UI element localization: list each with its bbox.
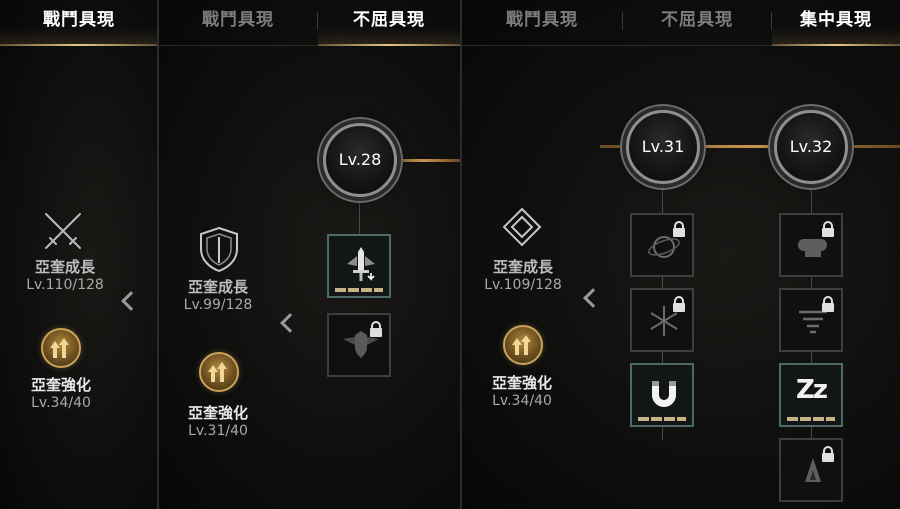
slot-progress-bar <box>787 417 835 421</box>
enhance-badge[interactable] <box>41 328 81 368</box>
shield-icon <box>200 226 238 273</box>
enhance-level: Lv.31/40 <box>188 423 248 439</box>
node-level-label: Lv.28 <box>338 150 382 169</box>
connector-line <box>387 159 460 162</box>
chevron-left-icon[interactable] <box>280 313 300 333</box>
tab-bar: 戰鬥具現 不屈具現 <box>159 0 460 46</box>
growth-stat[interactable]: 亞奎成長 Lv.109/128 <box>474 256 572 293</box>
growth-label: 亞奎成長 <box>492 258 553 276</box>
tab-bar: 戰鬥具現 <box>0 0 158 46</box>
lock-icon <box>673 296 685 312</box>
enhance-stat: 亞奎強化 Lv.34/40 <box>0 374 122 411</box>
up-arrows-icon <box>512 335 531 355</box>
magnet-icon <box>652 381 676 407</box>
tab-indomitable[interactable]: 不屈具現 <box>623 0 771 46</box>
enhance-level: Lv.34/40 <box>492 393 552 409</box>
up-arrows-icon <box>208 362 227 382</box>
growth-stat[interactable]: 亞奎成長 Lv.99/128 <box>171 276 265 313</box>
tab-combat[interactable]: 戰鬥具現 <box>159 0 317 46</box>
slot-progress-bar <box>638 417 686 421</box>
connector-line <box>359 196 360 236</box>
tab-combat[interactable]: 戰鬥具現 <box>462 0 622 46</box>
growth-label: 亞奎成長 <box>187 278 248 296</box>
level-node-1[interactable]: Lv.31 <box>626 110 700 184</box>
growth-level: Lv.109/128 <box>484 277 562 293</box>
tab-indomitable[interactable]: 不屈具現 <box>318 0 460 46</box>
skill-slot-flame-gauntlet[interactable] <box>779 438 843 502</box>
growth-stat[interactable]: 亞奎成長 Lv.110/128 <box>0 256 130 293</box>
tab-focus[interactable]: 集中具現 <box>772 0 900 46</box>
lock-icon <box>673 221 685 237</box>
chevron-left-icon[interactable] <box>121 291 141 311</box>
slot-progress-bar <box>335 288 383 292</box>
enhance-label: 亞奎強化 <box>30 376 91 394</box>
lock-icon <box>822 446 834 462</box>
enhance-badge[interactable] <box>199 352 239 392</box>
enhance-stat: 亞奎強化 Lv.31/40 <box>171 402 265 439</box>
level-node-2[interactable]: Lv.32 <box>774 110 848 184</box>
skill-slot-magnet[interactable] <box>630 363 694 427</box>
skill-slot-sword[interactable] <box>327 234 391 298</box>
growth-label: 亞奎成長 <box>34 258 95 276</box>
skill-slot-orbit[interactable] <box>630 213 694 277</box>
panel-focus: 戰鬥具現 不屈具現 集中具現 亞奎成長 Lv.109/128 亞奎強化 Lv.3… <box>462 0 900 509</box>
enhance-level: Lv.34/40 <box>31 395 91 411</box>
skill-slot-sleep[interactable]: Zz <box>779 363 843 427</box>
panel-combat: 戰鬥具現 亞奎成長 Lv.110/128 亞奎強化 Lv.34/40 <box>0 0 158 509</box>
tab-combat[interactable]: 戰鬥具現 <box>0 0 158 46</box>
lock-icon <box>822 221 834 237</box>
crossed-swords-icon <box>45 213 81 249</box>
skill-slot-winged-shield[interactable] <box>327 313 391 377</box>
skill-slot-snowflake[interactable] <box>630 288 694 352</box>
panel-indomitable: 戰鬥具現 不屈具現 亞奎成長 Lv.99/128 亞奎強化 Lv.31/40 L… <box>159 0 460 509</box>
tab-bar: 戰鬥具現 不屈具現 集中具現 <box>462 0 900 46</box>
enhance-badge[interactable] <box>503 325 543 365</box>
lock-icon <box>370 321 382 337</box>
enhance-label: 亞奎強化 <box>187 404 248 422</box>
lock-icon <box>822 296 834 312</box>
skill-slot-fist[interactable] <box>779 213 843 277</box>
sleep-icon: Zz <box>796 375 828 405</box>
sword-icon <box>347 247 375 281</box>
growth-level: Lv.110/128 <box>26 277 104 293</box>
skill-slot-whirlwind[interactable] <box>779 288 843 352</box>
diamond-emblem-icon <box>502 207 542 247</box>
enhance-stat: 亞奎強化 Lv.34/40 <box>474 372 570 409</box>
enhance-label: 亞奎強化 <box>491 374 552 392</box>
node-level-label: Lv.32 <box>789 137 833 156</box>
node-level-label: Lv.31 <box>641 137 685 156</box>
chevron-left-icon[interactable] <box>583 288 603 308</box>
growth-level: Lv.99/128 <box>183 297 253 313</box>
level-node[interactable]: Lv.28 <box>323 123 397 197</box>
up-arrows-icon <box>50 338 69 358</box>
